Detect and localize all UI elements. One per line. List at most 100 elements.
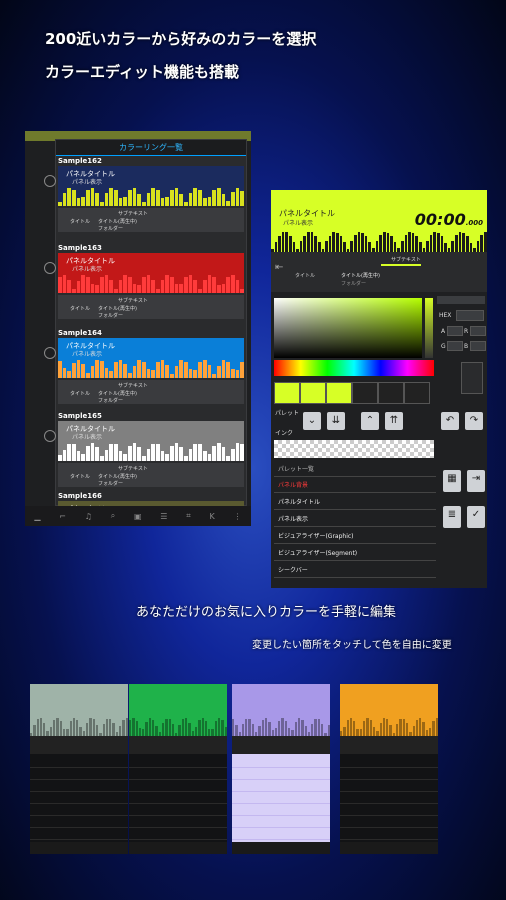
visualizer-bar xyxy=(109,370,114,378)
visualizer-bar xyxy=(72,362,76,378)
visualizer-bar xyxy=(216,284,221,293)
visualizer-bar xyxy=(218,718,221,736)
visualizer-bar xyxy=(76,280,81,293)
green-input[interactable] xyxy=(447,341,463,351)
visualizer-bar xyxy=(399,718,402,736)
blue-input[interactable] xyxy=(470,341,486,351)
undo-icon[interactable]: ↶ xyxy=(441,412,459,430)
alpha-input[interactable] xyxy=(447,326,463,336)
list-icon[interactable]: ≣ xyxy=(443,506,461,528)
visualizer-bar xyxy=(465,236,469,252)
radio-button[interactable] xyxy=(44,175,56,187)
visualizer-bar xyxy=(366,718,369,736)
swatch[interactable] xyxy=(326,382,352,404)
seek-bar[interactable] xyxy=(381,264,421,266)
visualizer-bar xyxy=(114,289,118,293)
preview-list-row xyxy=(232,816,330,828)
visualizer-bar xyxy=(170,445,174,461)
color-sample-item[interactable]: Sample164 パネルタイトル パネル表示 サブテキスト タイトル タイトル(再生中)… xyxy=(44,329,246,407)
visualizer-bar xyxy=(39,718,43,736)
ink-swatches[interactable] xyxy=(274,440,434,458)
chevron-up-icon[interactable]: ⌃ xyxy=(361,412,379,430)
color-sample-item[interactable]: Sample162 パネルタイトル パネル表示 サブテキスト タイトル タイトル(再生中)… xyxy=(44,157,246,235)
color-sample-item[interactable]: Sample163 パネルタイトル パネル表示 サブテキスト タイトル タイトル(再生中)… xyxy=(44,244,246,322)
visualizer-bar xyxy=(179,360,184,378)
visualizer-bar xyxy=(226,201,230,206)
redo-icon[interactable]: ↷ xyxy=(465,412,483,430)
radio-button[interactable] xyxy=(44,430,56,442)
nav-icon[interactable]: K xyxy=(210,512,215,521)
more-icon[interactable]: ⋮ xyxy=(234,512,242,521)
nav-icon[interactable]: ⌐ xyxy=(59,512,66,521)
back-icon[interactable]: ⇤ xyxy=(275,262,283,273)
nav-icon[interactable]: ▣ xyxy=(134,512,142,521)
swatch[interactable] xyxy=(274,382,300,404)
blue-label: B xyxy=(464,343,469,350)
red-label: R xyxy=(464,328,469,335)
visualizer-bar xyxy=(67,370,72,378)
visualizer-bar xyxy=(281,718,284,736)
visualizer-bar xyxy=(429,728,432,736)
palette-item[interactable]: パネル背景 xyxy=(274,478,436,493)
visualizer-bar xyxy=(343,242,346,252)
saturation-picker[interactable] xyxy=(274,298,422,358)
visualizer-bar xyxy=(76,197,81,206)
exit-icon[interactable]: ⇥ xyxy=(467,470,485,492)
visualizer-bar xyxy=(160,280,165,293)
double-chevron-down-icon[interactable]: ⇊ xyxy=(327,412,345,430)
color-editor-screenshot: パネルタイトル パネル表示 00:00.000 サブテキスト タイトル タイトル… xyxy=(271,190,487,588)
visualizer-bar xyxy=(109,188,114,206)
palette-item[interactable]: パネル表示 xyxy=(274,512,436,527)
visualizer-bar xyxy=(363,721,366,736)
visualizer-bar xyxy=(193,188,198,206)
editor-preview-panel[interactable]: パネルタイトル パネル表示 00:00.000 xyxy=(271,190,487,252)
visualizer-bar xyxy=(462,232,465,252)
visualizer-bar xyxy=(86,722,89,736)
preview-list-row xyxy=(30,804,128,816)
swatch-empty[interactable] xyxy=(352,382,378,404)
swatch-empty[interactable] xyxy=(404,382,430,404)
check-icon[interactable]: ✓ xyxy=(467,506,485,528)
grid-icon[interactable]: ▦ xyxy=(443,470,461,492)
red-input[interactable] xyxy=(470,326,486,336)
visualizer-bar xyxy=(230,369,235,378)
preview-nav xyxy=(340,842,438,854)
palette-item[interactable]: ビジュアライザー(Segment) xyxy=(274,546,436,561)
visualizer-bar xyxy=(146,449,151,461)
rgb-mode-toggle[interactable] xyxy=(437,296,485,304)
hue-slider[interactable] xyxy=(274,360,434,376)
swatch[interactable] xyxy=(300,382,326,404)
visualizer-bar xyxy=(201,718,204,736)
palette-item[interactable]: パネルタイトル xyxy=(274,495,436,510)
palette-item[interactable]: ビジュアライザー(Graphic) xyxy=(274,529,436,544)
subtext-label: サブテキスト xyxy=(118,298,148,304)
radio-button[interactable] xyxy=(44,262,56,274)
visualizer-bar xyxy=(90,366,95,378)
visualizer-bar xyxy=(178,724,181,736)
nav-icon[interactable]: ▁ xyxy=(34,512,40,521)
visualizer-bar xyxy=(123,275,128,293)
nav-icon[interactable]: ⌗ xyxy=(186,511,191,521)
double-chevron-up-icon[interactable]: ⇈ xyxy=(385,412,403,430)
radio-button[interactable] xyxy=(44,347,56,359)
alpha-slider[interactable] xyxy=(425,298,433,358)
visualizer-bar xyxy=(129,720,132,736)
sample-name: Sample163 xyxy=(58,244,102,252)
visualizer-bar xyxy=(332,232,335,252)
visualizer-bar xyxy=(198,444,202,461)
visualizer-bar xyxy=(119,726,122,736)
chevron-down-icon[interactable]: ⌄ xyxy=(303,412,321,430)
visualizer-bar xyxy=(375,241,379,252)
color-sample-item[interactable]: Sample165 パネルタイトル パネル表示 サブテキスト タイトル タイトル(再生中)… xyxy=(44,412,246,490)
preview-list-row xyxy=(30,780,128,792)
visualizer-bar xyxy=(58,455,62,461)
swatch-empty[interactable] xyxy=(378,382,404,404)
visualizer-bar xyxy=(258,725,261,736)
nav-icon[interactable]: ♫ xyxy=(85,512,92,521)
visualizer-bar xyxy=(165,275,170,293)
search-icon[interactable]: ⌕ xyxy=(111,511,115,521)
nav-icon[interactable]: ☰ xyxy=(160,512,167,521)
palette-item[interactable]: シークバー xyxy=(274,563,436,578)
visualizer-bar xyxy=(321,724,324,736)
hex-input[interactable] xyxy=(456,310,484,321)
